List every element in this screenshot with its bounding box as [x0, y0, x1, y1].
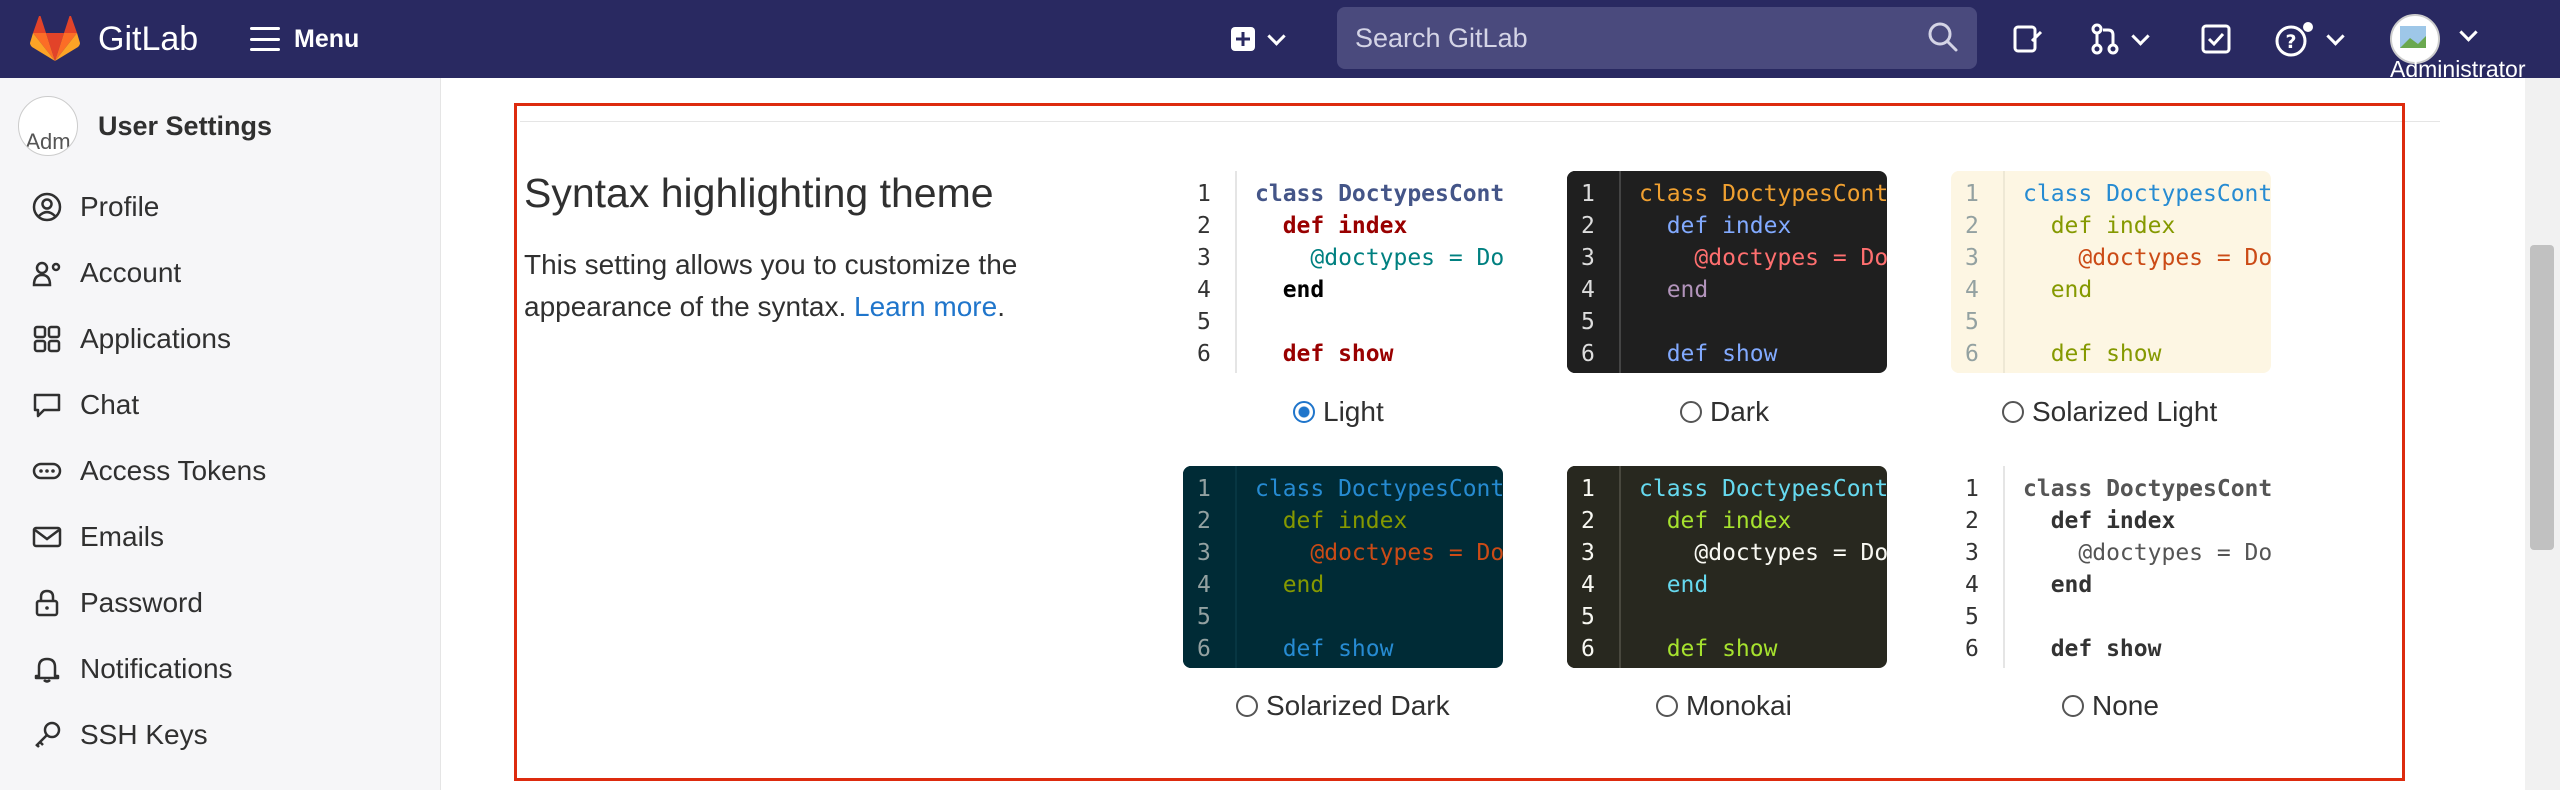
sidebar-item-access-tokens[interactable]: Access Tokens [30, 446, 266, 496]
token-icon [30, 454, 64, 488]
sidebar-item-ssh-keys[interactable]: SSH Keys [30, 710, 208, 760]
merge-request-icon [2091, 23, 2119, 55]
chevron-down-icon[interactable] [2459, 23, 2478, 42]
chevron-down-icon [2131, 26, 2150, 46]
merge-requests-dropdown[interactable] [2090, 18, 2150, 60]
search-bar[interactable] [1337, 7, 1977, 69]
sidebar-item-label: Profile [80, 191, 160, 222]
hamburger-icon [250, 27, 280, 51]
sidebar-header[interactable]: Adm User Settings [18, 96, 272, 156]
bell-icon [30, 652, 64, 686]
sidebar-title: User Settings [98, 110, 273, 141]
gitlab-home-link[interactable]: GitLab [30, 14, 198, 64]
sidebar-item-applications[interactable]: Applications [30, 314, 231, 364]
sidebar-item-profile[interactable]: Profile [30, 182, 159, 232]
sidebar-item-label: SSH Keys [80, 719, 208, 750]
search-input[interactable] [1337, 21, 1897, 55]
profile-icon [30, 190, 64, 224]
sidebar-item-chat[interactable]: Chat [30, 380, 139, 430]
sidebar-item-label: Emails [80, 521, 165, 552]
issues-button[interactable] [2012, 18, 2044, 60]
sidebar-item-label: Access Tokens [80, 455, 267, 486]
account-icon [30, 256, 64, 290]
lock-icon [30, 586, 64, 620]
brand-name: GitLab [98, 19, 199, 58]
help-icon: ? [2275, 22, 2313, 57]
sidebar-item-label: Password [80, 587, 203, 618]
svg-text:?: ? [2285, 31, 2296, 53]
sidebar-avatar: Adm [18, 96, 78, 156]
user-name-label: Administrator [2390, 56, 2526, 82]
settings-sidebar: Adm User Settings Profile Account Applic… [0, 78, 441, 790]
sidebar-item-account[interactable]: Account [30, 248, 181, 298]
highlight-box [514, 103, 2405, 781]
plus-square-icon [1231, 27, 1255, 51]
chevron-down-icon [1267, 26, 1286, 46]
issues-icon [2013, 25, 2043, 53]
sidebar-item-label: Applications [80, 323, 231, 354]
avatar-alt-text: Adm [25, 129, 71, 154]
top-navbar: GitLab Menu Search GitLab ? Administrato… [0, 0, 2560, 82]
search-icon[interactable] [1927, 21, 1959, 53]
help-dropdown[interactable]: ? [2275, 18, 2345, 60]
scrollbar-thumb[interactable] [2530, 245, 2554, 550]
todo-checkbox-icon [2201, 24, 2231, 54]
applications-icon [30, 322, 64, 356]
chat-icon [30, 388, 64, 422]
gitlab-logo-icon [30, 16, 80, 61]
sidebar-item-label: Notifications [80, 653, 233, 684]
menu-button[interactable]: Menu [250, 18, 359, 60]
mail-icon [30, 520, 64, 554]
new-item-dropdown[interactable] [1230, 18, 1286, 60]
key-icon [30, 718, 64, 752]
sidebar-item-emails[interactable]: Emails [30, 512, 164, 562]
sidebar-item-label: Chat [80, 389, 140, 420]
sidebar-item-password[interactable]: Password [30, 578, 203, 628]
menu-label: Menu [294, 24, 360, 53]
todos-button[interactable] [2200, 18, 2232, 60]
chevron-down-icon [2326, 26, 2345, 46]
sidebar-item-notifications[interactable]: Notifications [30, 644, 233, 694]
sidebar-item-label: Account [80, 257, 182, 288]
